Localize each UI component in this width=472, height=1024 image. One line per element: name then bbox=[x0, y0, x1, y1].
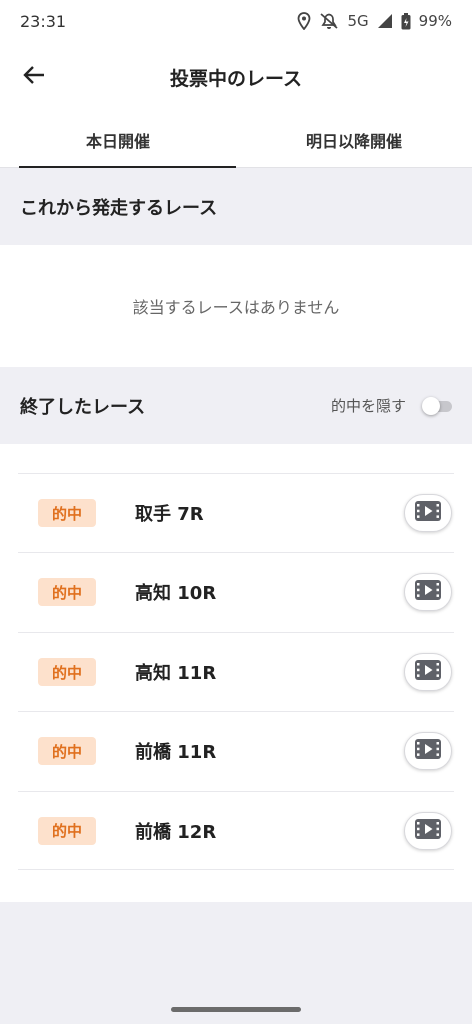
race-name: 高知 10R bbox=[135, 583, 217, 604]
video-film-icon bbox=[414, 818, 442, 844]
race-row[interactable]: 的中 高知 10R bbox=[18, 552, 454, 631]
tab-today[interactable]: 本日開催 bbox=[0, 112, 236, 169]
empty-message: 該当するレースはありません bbox=[132, 298, 340, 317]
upcoming-section-title: これから発走するレース bbox=[20, 197, 218, 219]
toggle-knob bbox=[422, 396, 440, 415]
race-row[interactable]: 的中 取手 7R bbox=[18, 473, 454, 552]
status-bar: 23:31 5G 99% bbox=[0, 0, 472, 42]
tab-upcoming-days[interactable]: 明日以降開催 bbox=[236, 112, 472, 168]
video-button[interactable] bbox=[404, 573, 452, 611]
video-film-icon bbox=[414, 500, 442, 526]
app-header: 投票中のレース bbox=[0, 42, 472, 112]
battery-percent: 99% bbox=[418, 12, 452, 30]
finished-race-list: 的中 取手 7R 的中 高知 10R 的中 高知 11R 的中 前橋 11R 的… bbox=[0, 444, 472, 902]
video-button[interactable] bbox=[404, 732, 452, 770]
race-name: 高知 11R bbox=[135, 663, 217, 684]
location-icon bbox=[297, 12, 311, 30]
hit-badge: 的中 bbox=[38, 658, 96, 686]
race-name: 前橋 11R bbox=[135, 742, 217, 763]
empty-message-box: 該当するレースはありません bbox=[0, 245, 472, 367]
video-button[interactable] bbox=[404, 653, 452, 691]
video-film-icon bbox=[414, 738, 442, 764]
status-icons: 5G 99% bbox=[297, 12, 452, 30]
race-row[interactable]: 的中 前橋 12R bbox=[18, 791, 454, 870]
hit-badge: 的中 bbox=[38, 737, 96, 765]
page-title: 投票中のレース bbox=[169, 68, 303, 90]
hide-hits-label: 的中を隠す bbox=[330, 397, 406, 415]
tab-bar: 本日開催 明日以降開催 bbox=[0, 112, 472, 169]
finished-section-header: 終了したレース 的中を隠す bbox=[0, 367, 472, 444]
race-row[interactable]: 的中 前橋 11R bbox=[18, 711, 454, 790]
race-name: 取手 7R bbox=[135, 504, 204, 525]
upcoming-section-header: これから発走するレース bbox=[0, 168, 472, 245]
finished-section-title: 終了したレース bbox=[20, 396, 146, 418]
hit-badge: 的中 bbox=[38, 816, 96, 845]
video-button[interactable] bbox=[404, 494, 452, 532]
race-row[interactable]: 的中 高知 11R bbox=[18, 632, 454, 711]
hide-hits-toggle[interactable] bbox=[422, 396, 452, 416]
video-button[interactable] bbox=[404, 811, 452, 850]
video-film-icon bbox=[414, 659, 442, 685]
hide-hits-toggle-wrap: 的中を隠す bbox=[331, 395, 452, 416]
hit-badge: 的中 bbox=[38, 578, 96, 606]
mute-icon bbox=[319, 12, 339, 30]
status-time: 23:31 bbox=[20, 11, 67, 31]
signal-icon bbox=[377, 13, 393, 29]
home-indicator[interactable] bbox=[171, 1007, 301, 1012]
battery-icon bbox=[401, 12, 411, 30]
network-label: 5G bbox=[347, 12, 369, 30]
hit-badge: 的中 bbox=[38, 499, 96, 527]
race-name: 前橋 12R bbox=[135, 821, 217, 843]
video-film-icon bbox=[414, 579, 442, 605]
